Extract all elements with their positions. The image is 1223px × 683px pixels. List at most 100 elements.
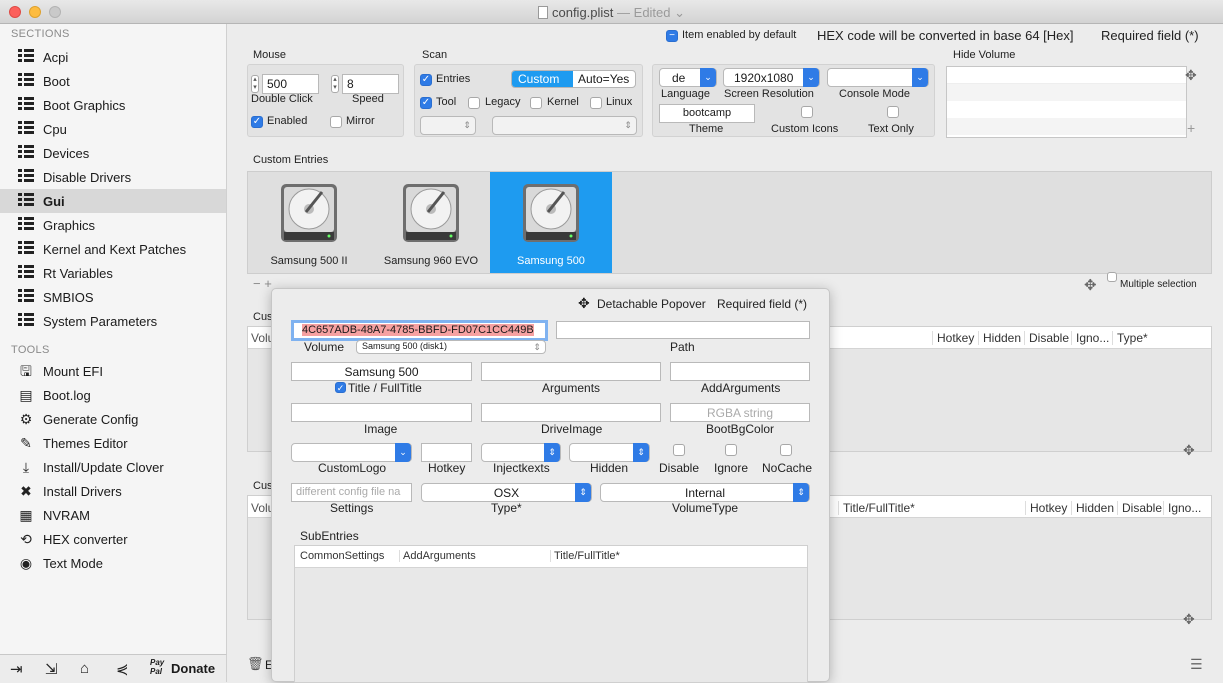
path-input[interactable] (556, 321, 810, 339)
sidebar-item-system-parameters[interactable]: System Parameters (0, 309, 226, 333)
tool-item-boot-log[interactable]: ▤ Boot.log (0, 383, 226, 407)
double-click-stepper[interactable]: ▴ ▾ (251, 75, 259, 93)
move-handle-icon[interactable]: ✥ (1185, 67, 1197, 84)
custom-entry-tile[interactable]: Samsung 500 (490, 172, 612, 273)
add-icon[interactable]: + (1187, 120, 1195, 136)
table1-col-igno[interactable]: Igno... (1071, 331, 1109, 345)
move-handle-icon[interactable]: ✥ (1084, 276, 1097, 294)
scan-mode-segmented[interactable]: Custom Auto=Yes (511, 70, 636, 88)
console-mode-popup[interactable]: ⌄ (827, 68, 929, 87)
table1-col-hidden[interactable]: Hidden (978, 331, 1021, 345)
sidebar-item-boot[interactable]: Boot (0, 69, 226, 93)
table1-col-type[interactable]: Type* (1112, 331, 1148, 345)
move-handle-icon[interactable]: ✥ (1183, 442, 1195, 459)
table2-col-hotkey[interactable]: Hotkey (1025, 501, 1067, 515)
title-input[interactable]: Samsung 500 (291, 362, 472, 381)
mirror-checkbox[interactable] (330, 116, 342, 128)
arguments-input[interactable] (481, 362, 661, 381)
scan-legacy-popup[interactable]: ⇕ (420, 116, 476, 135)
driveimage-input[interactable] (481, 403, 661, 422)
nocache-checkbox[interactable] (780, 444, 792, 456)
move-handle-icon[interactable]: ✥ (1183, 611, 1195, 628)
custom-entry-tile[interactable]: Samsung 960 EVO (370, 172, 492, 273)
type-popup[interactable]: OSX ⇕ (421, 483, 592, 502)
speed-stepper[interactable]: ▴ ▾ (331, 75, 339, 93)
auto-yes-segment[interactable]: Auto=Yes (578, 72, 629, 86)
text-only-checkbox[interactable] (887, 106, 899, 118)
image-input[interactable] (291, 403, 472, 422)
sidebar-item-rt-variables[interactable]: Rt Variables (0, 261, 226, 285)
volume-popup[interactable]: Samsung 500 (disk1) ⇕ (356, 340, 546, 354)
sidebar-item-kernel-and-kext-patches[interactable]: Kernel and Kext Patches (0, 237, 226, 261)
tool-item-themes-editor[interactable]: ✎ Themes Editor (0, 431, 226, 455)
hide-volume-list[interactable] (946, 66, 1187, 138)
home-icon[interactable]: ⌂ (80, 660, 89, 677)
sidebar-item-acpi[interactable]: Acpi (0, 45, 226, 69)
table1-col-hotkey[interactable]: Hotkey (932, 331, 974, 345)
tool-item-install-update-clover[interactable]: ⤓ Install/Update Clover (0, 455, 226, 479)
scan-entries-checkbox[interactable]: ✓ (420, 74, 432, 86)
item-enabled-checkbox[interactable]: − (666, 30, 678, 42)
table2-col-igno[interactable]: Igno... (1163, 501, 1201, 515)
customlogo-popup[interactable]: ⌄ (291, 443, 412, 462)
edited-indicator[interactable]: — Edited ⌄ (617, 5, 685, 20)
subentries-col-commonsettings[interactable]: CommonSettings (300, 550, 384, 562)
disable-checkbox[interactable] (673, 444, 685, 456)
subentries-col-title-fulltitle[interactable]: Title/FullTitle* (550, 550, 620, 562)
subentries-col-addarguments[interactable]: AddArguments (399, 550, 476, 562)
sidebar-item-smbios[interactable]: SMBIOS (0, 285, 226, 309)
sidebar-item-disable-drivers[interactable]: Disable Drivers (0, 165, 226, 189)
export-icon[interactable]: ⇲ (45, 660, 58, 678)
sidebar-item-boot-graphics[interactable]: Boot Graphics (0, 93, 226, 117)
scan-tool-checkbox[interactable]: ✓ (420, 97, 432, 109)
login-icon[interactable]: ⇥ (10, 660, 23, 678)
speed-input[interactable]: 8 (342, 74, 399, 94)
table2-col-disable[interactable]: Disable (1117, 501, 1162, 515)
scan-kernel-popup[interactable]: ⇕ (492, 116, 637, 135)
sidebar-item-cpu[interactable]: Cpu (0, 117, 226, 141)
scan-linux-checkbox[interactable] (590, 97, 602, 109)
share-icon[interactable]: ⋞ (116, 660, 129, 678)
addarguments-input[interactable] (670, 362, 810, 381)
volumetype-popup[interactable]: Internal ⇕ (600, 483, 810, 502)
scan-legacy-checkbox[interactable] (468, 97, 480, 109)
tool-item-nvram[interactable]: ▦ NVRAM (0, 503, 226, 527)
hotkey-input[interactable] (421, 443, 472, 462)
language-popup[interactable]: de ⌄ (659, 68, 717, 87)
hidden-popup[interactable]: ⇕ (569, 443, 650, 462)
table2-col-title-fulltitle[interactable]: Title/FullTitle* (838, 501, 915, 515)
detachable-label[interactable]: Detachable Popover (597, 297, 706, 311)
move-icon[interactable]: ✥ (578, 295, 590, 312)
sidebar-item-devices[interactable]: Devices (0, 141, 226, 165)
ignore-checkbox[interactable] (725, 444, 737, 456)
tool-item-text-mode[interactable]: ◉ Text Mode (0, 551, 226, 575)
tool-item-mount-efi[interactable]: 🖫 Mount EFI (0, 359, 226, 383)
menu-icon[interactable]: ☰ (1190, 656, 1203, 673)
sidebar-item-gui[interactable]: Gui (0, 189, 226, 213)
resolution-popup[interactable]: 1920x1080 ⌄ (723, 68, 820, 87)
injectkexts-popup[interactable]: ⇕ (481, 443, 561, 462)
multiple-selection-checkbox[interactable] (1107, 272, 1117, 282)
bootbgcolor-input[interactable]: RGBA string (670, 403, 810, 422)
fulltitle-checkbox[interactable]: ✓ (335, 382, 346, 393)
donate-button[interactable]: Donate (171, 661, 215, 676)
custom-icons-checkbox[interactable] (801, 106, 813, 118)
trash-icon[interactable]: 🗑 (247, 656, 264, 672)
settings-input[interactable]: different config file na (291, 483, 412, 502)
scan-kernel-checkbox[interactable] (530, 97, 542, 109)
subentries-table[interactable] (294, 545, 808, 683)
paypal-icon[interactable]: Pay Pal (150, 658, 164, 676)
sidebar-item-graphics[interactable]: Graphics (0, 213, 226, 237)
custom-segment[interactable]: Custom (512, 71, 573, 87)
tool-item-hex-converter[interactable]: ⟲ HEX converter (0, 527, 226, 551)
tool-item-generate-config[interactable]: ⚙ Generate Config (0, 407, 226, 431)
enabled-checkbox[interactable]: ✓ (251, 116, 263, 128)
remove-add-icons[interactable]: − + (253, 276, 272, 291)
volume-uuid-input[interactable]: 4C657ADB-48A7-4785-BBFD-FD07C1CC449B (291, 320, 548, 341)
double-click-input[interactable]: 500 (262, 74, 319, 94)
tool-item-install-drivers[interactable]: ✖ Install Drivers (0, 479, 226, 503)
custom-entry-tile[interactable]: Samsung 500 II (248, 172, 370, 273)
table2-col-hidden[interactable]: Hidden (1071, 501, 1114, 515)
table1-col-disable[interactable]: Disable (1024, 331, 1069, 345)
theme-input[interactable]: bootcamp (659, 104, 755, 123)
